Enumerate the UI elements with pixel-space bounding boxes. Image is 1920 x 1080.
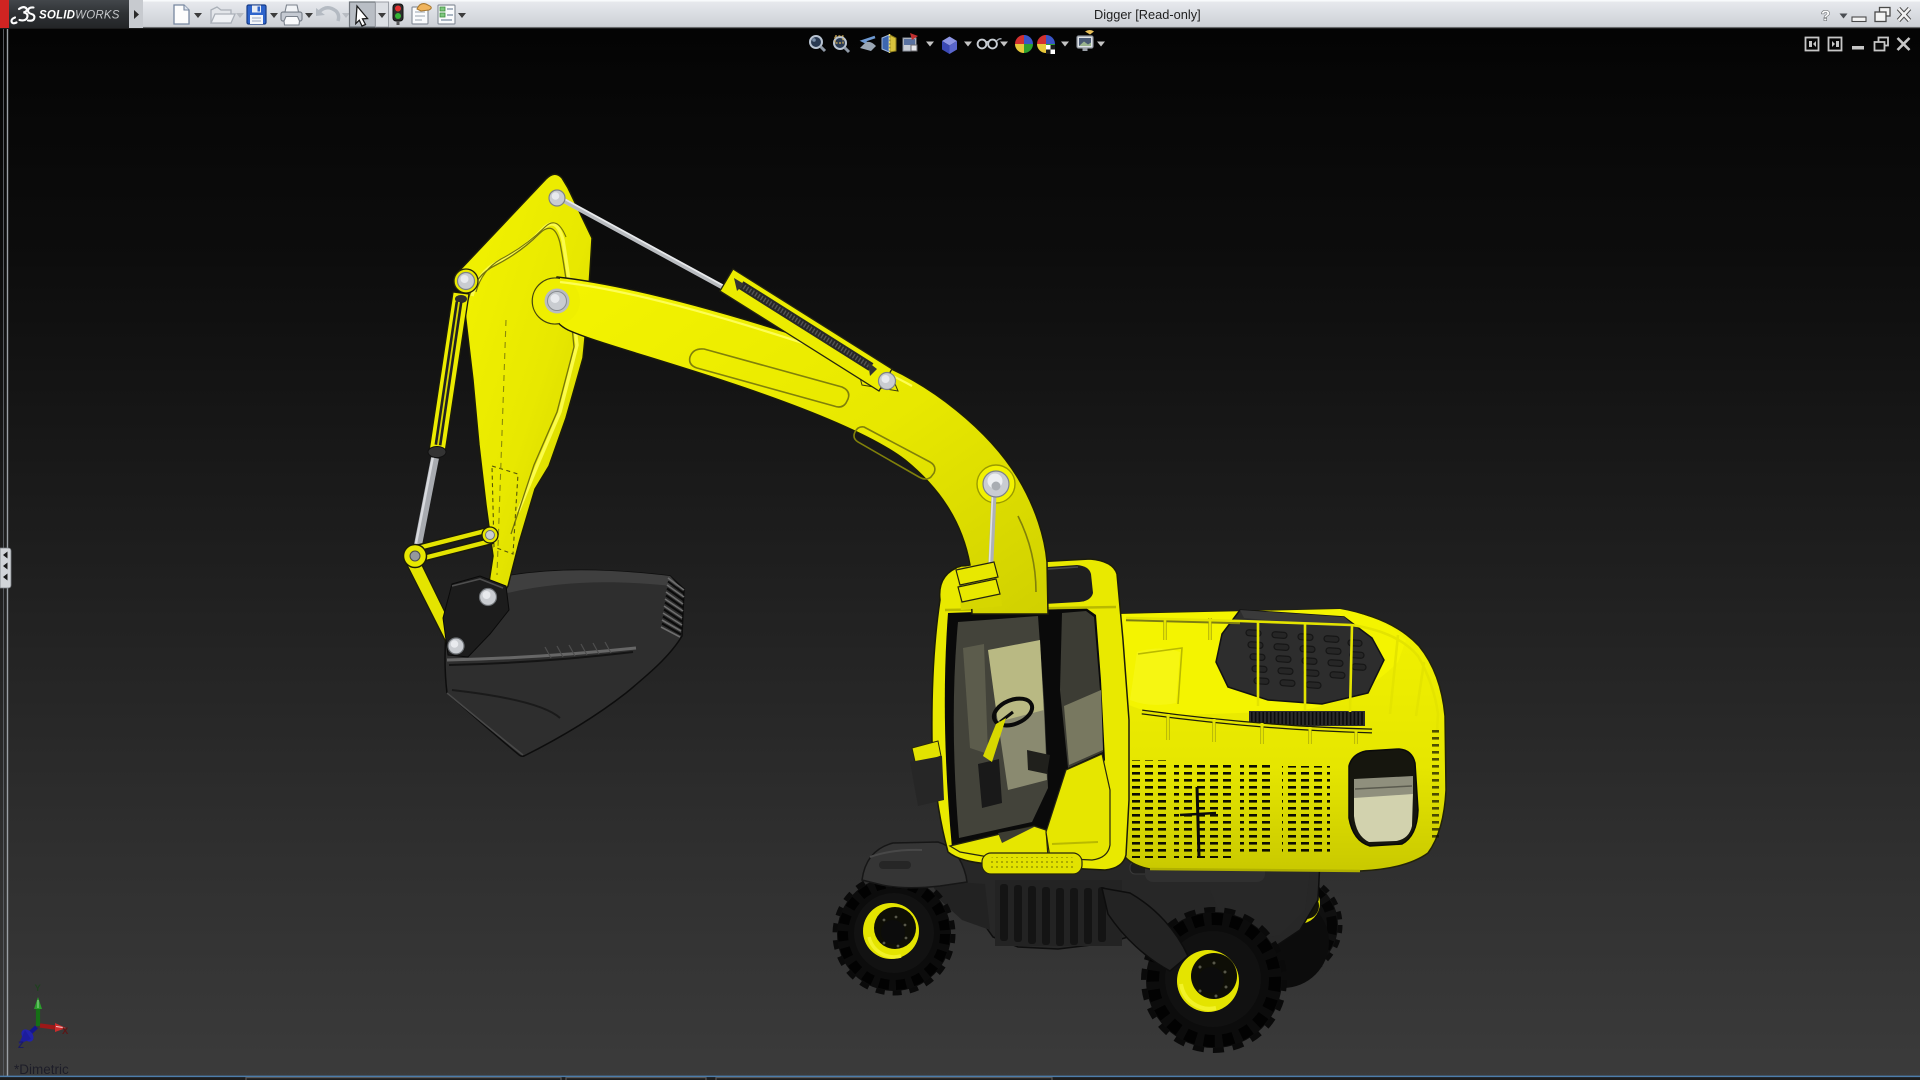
svg-text:SOLIDWORKS: SOLIDWORKS: [39, 10, 120, 22]
svg-text:X: X: [62, 1026, 69, 1037]
svg-text:Digger [Read-only]: Digger [Read-only]: [1094, 7, 1201, 22]
svg-text:*Dimetric: *Dimetric: [14, 1062, 69, 1077]
svg-text:?: ?: [1821, 8, 1830, 25]
svg-text:Z: Z: [18, 1040, 24, 1051]
svg-text:Y: Y: [35, 983, 42, 994]
